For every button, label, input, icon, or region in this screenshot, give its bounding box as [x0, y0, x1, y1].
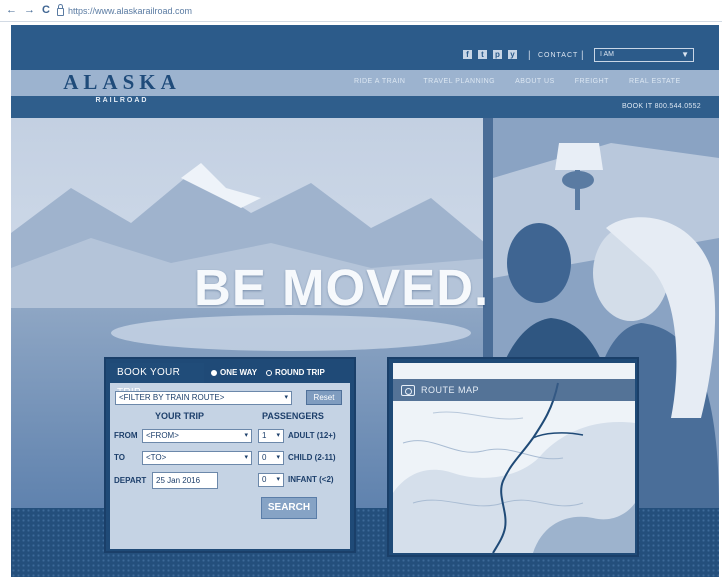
social-links: f t p y [463, 50, 517, 59]
from-select[interactable]: <FROM> ▾ [142, 429, 252, 443]
forward-arrow-icon[interactable]: → [24, 5, 35, 16]
route-map-panel[interactable]: ROUTE MAP [387, 357, 639, 557]
chevron-down-icon: ▾ [244, 432, 248, 439]
utility-bar: f t p y | CONTACT | I AM ▼ [11, 25, 719, 70]
back-arrow-icon[interactable]: ← [6, 5, 17, 16]
chevron-down-icon: ▼ [681, 50, 689, 59]
depart-date-value: 25 Jan 2016 [156, 476, 201, 485]
chevron-down-icon: ▾ [244, 454, 248, 461]
child-count-value: 0 [262, 453, 267, 462]
radio-round-trip-label: ROUND TRIP [275, 368, 325, 377]
infant-count-value: 0 [262, 475, 267, 484]
nav-item-travel-planning[interactable]: TRAVEL PLANNING [423, 78, 495, 85]
booking-widget: BOOK YOUR TRIP ONE WAY ROUND TRIP <FILTE… [104, 357, 356, 553]
from-label: FROM [114, 431, 138, 440]
nav-item-freight[interactable]: FREIGHT [575, 78, 609, 85]
nav-item-ride-a-train[interactable]: RIDE A TRAIN [354, 78, 405, 85]
depart-label: DEPART [114, 476, 147, 485]
passengers-heading: PASSENGERS [262, 411, 324, 421]
i-am-select[interactable]: I AM ▼ [594, 48, 694, 62]
booking-phone[interactable]: BOOK IT 800.544.0552 [622, 103, 701, 110]
radio-unselected-icon [266, 369, 273, 376]
radio-round-trip[interactable]: ROUND TRIP [266, 368, 325, 377]
route-filter-select[interactable]: <FILTER BY TRAIN ROUTE> ▾ [115, 391, 292, 405]
divider: | [581, 50, 584, 61]
chevron-down-icon: ▾ [276, 454, 280, 461]
infant-label: INFANT (<2) [288, 475, 334, 484]
logo-wordmark: ALASKA [63, 70, 181, 94]
to-select[interactable]: <TO> ▾ [142, 451, 252, 465]
reload-icon[interactable]: C [42, 5, 50, 16]
adult-count-value: 1 [262, 431, 267, 440]
to-label: TO [114, 453, 125, 462]
browser-toolbar: ← → C https://www.alaskarailroad.com [0, 0, 722, 22]
camera-icon [401, 384, 415, 396]
radio-one-way[interactable]: ONE WAY [211, 368, 257, 377]
radio-one-way-label: ONE WAY [220, 368, 258, 377]
reset-button[interactable]: Reset [306, 390, 342, 405]
url-text: https://www.alaskarailroad.com [67, 5, 193, 16]
divider: | [528, 50, 531, 61]
adult-label: ADULT (12+) [288, 431, 336, 440]
pinterest-icon[interactable]: p [493, 50, 502, 59]
facebook-icon[interactable]: f [463, 50, 472, 59]
twitter-icon[interactable]: t [478, 50, 487, 59]
logo-subtitle: RAILROAD [95, 97, 149, 104]
address-bar[interactable]: https://www.alaskarailroad.com [56, 3, 237, 18]
youtube-icon[interactable]: y [508, 50, 517, 59]
route-map-label: ROUTE MAP [421, 385, 480, 395]
chevron-down-icon: ▾ [276, 432, 280, 439]
adult-count-select[interactable]: 1 ▾ [258, 429, 284, 443]
route-map-header[interactable]: ROUTE MAP [393, 379, 635, 401]
hero-headline: BE MOVED. [194, 259, 490, 316]
child-label: CHILD (2-11) [288, 453, 336, 462]
child-count-select[interactable]: 0 ▾ [258, 451, 284, 465]
radio-selected-icon [211, 369, 217, 376]
from-value: <FROM> [146, 431, 179, 440]
chevron-down-icon: ▾ [276, 476, 280, 483]
nav-item-about-us[interactable]: ABOUT US [515, 78, 555, 85]
to-value: <TO> [146, 453, 167, 462]
nav-item-real-estate[interactable]: REAL ESTATE [629, 78, 681, 85]
tab-book-your-trip[interactable]: BOOK YOUR TRIP [110, 363, 204, 398]
chevron-down-icon: ▾ [284, 394, 288, 401]
contact-link[interactable]: CONTACT [538, 52, 578, 59]
search-button[interactable]: SEARCH [261, 497, 317, 519]
i-am-value: I AM [600, 51, 615, 58]
route-filter-value: <FILTER BY TRAIN ROUTE> [119, 393, 225, 402]
lock-icon [56, 3, 64, 16]
logo[interactable]: ALASKA RAILROAD [51, 70, 193, 105]
infant-count-select[interactable]: 0 ▾ [258, 473, 284, 487]
your-trip-heading: YOUR TRIP [155, 411, 205, 421]
page: f t p y | CONTACT | I AM ▼ RIDE A TRAIN … [11, 25, 719, 577]
depart-date-input[interactable]: 25 Jan 2016 [152, 472, 218, 489]
